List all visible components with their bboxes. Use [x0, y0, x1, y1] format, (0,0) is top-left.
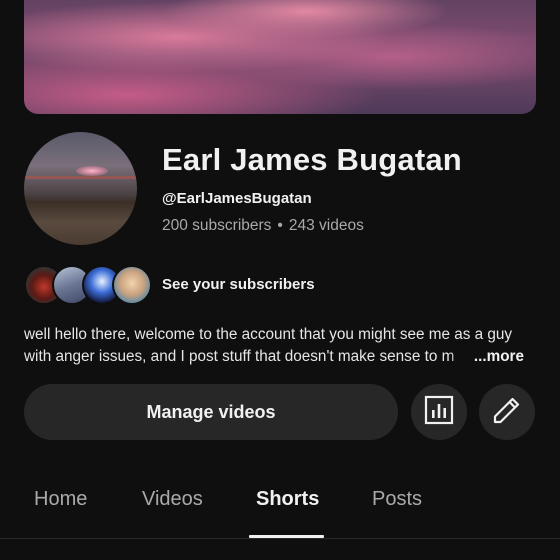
subscriber-avatars[interactable]	[24, 265, 152, 305]
analytics-button[interactable]	[411, 384, 467, 440]
channel-banner[interactable]	[24, 0, 536, 114]
avatar-sunset	[76, 166, 108, 176]
tab-shorts[interactable]: Shorts	[256, 488, 319, 511]
tabs-divider	[0, 538, 560, 539]
more-link[interactable]: ...more	[447, 346, 524, 368]
stats-separator: •	[277, 217, 283, 234]
tab-home[interactable]: Home	[34, 488, 87, 511]
pencil-icon	[492, 395, 522, 430]
analytics-icon	[424, 395, 454, 430]
description-line-2: with anger issues, and I post stuff that…	[24, 346, 524, 368]
description-line-1: well hello there, welcome to the account…	[24, 326, 513, 343]
description-line-2-text: with anger issues, and I post stuff that…	[24, 348, 455, 365]
subscriber-count: 200 subscribers	[162, 217, 272, 234]
channel-handle: @EarlJamesBugatan	[162, 190, 312, 207]
avatar-horizon	[24, 176, 137, 179]
tab-videos[interactable]: Videos	[142, 488, 203, 511]
channel-stats: 200 subscribers • 243 videos	[162, 217, 364, 235]
channel-name: Earl James Bugatan	[162, 142, 462, 177]
edit-channel-button[interactable]	[479, 384, 535, 440]
channel-description[interactable]: well hello there, welcome to the account…	[24, 324, 532, 368]
channel-tabs: Home Videos Shorts Posts	[0, 488, 560, 538]
channel-avatar[interactable]	[24, 132, 137, 245]
tab-posts[interactable]: Posts	[372, 488, 422, 511]
manage-videos-button[interactable]: Manage videos	[24, 384, 398, 440]
video-count: 243 videos	[288, 217, 364, 234]
subscriber-avatar	[112, 265, 152, 305]
see-subscribers-link[interactable]: See your subscribers	[162, 276, 315, 293]
